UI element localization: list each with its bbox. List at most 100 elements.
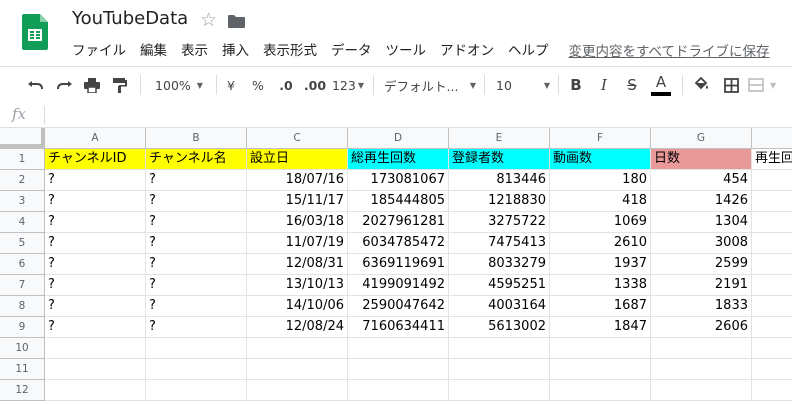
select-all-corner[interactable] bbox=[0, 128, 45, 148]
row-header[interactable]: 2 bbox=[0, 170, 45, 191]
cell-b5[interactable]: ? bbox=[146, 233, 247, 254]
menu-file[interactable]: ファイル bbox=[72, 40, 126, 62]
cell-b9[interactable]: ? bbox=[146, 317, 247, 338]
cell-h12[interactable] bbox=[752, 380, 792, 401]
row-header[interactable]: 10 bbox=[0, 338, 45, 359]
cell-g8[interactable]: 1833 bbox=[651, 296, 752, 317]
zoom-select[interactable]: 100% ▼ bbox=[150, 67, 208, 103]
sheets-logo-icon[interactable] bbox=[22, 14, 48, 50]
menu-edit[interactable]: 編集 bbox=[140, 40, 167, 62]
cell-c11[interactable] bbox=[247, 359, 348, 380]
cell-a9[interactable]: ? bbox=[45, 317, 146, 338]
borders-icon[interactable] bbox=[720, 67, 742, 103]
cell-e7[interactable]: 4595251 bbox=[449, 275, 550, 296]
menu-tools[interactable]: ツール bbox=[386, 40, 427, 62]
cell-b12[interactable] bbox=[146, 380, 247, 401]
cell-g11[interactable] bbox=[651, 359, 752, 380]
cell-c12[interactable] bbox=[247, 380, 348, 401]
cell-h4[interactable] bbox=[752, 212, 792, 233]
cell-d11[interactable] bbox=[348, 359, 449, 380]
cell-d9[interactable]: 7160634411 bbox=[348, 317, 449, 338]
column-header-f[interactable]: F bbox=[550, 128, 651, 148]
cell-a6[interactable]: ? bbox=[45, 254, 146, 275]
row-header[interactable]: 12 bbox=[0, 380, 45, 401]
merge-cells-icon[interactable]: ▼ bbox=[748, 67, 782, 103]
row-header[interactable]: 11 bbox=[0, 359, 45, 380]
row-header[interactable]: 4 bbox=[0, 212, 45, 233]
column-header-h[interactable] bbox=[752, 128, 792, 148]
cell-f4[interactable]: 1069 bbox=[550, 212, 651, 233]
cell-c8[interactable]: 14/10/06 bbox=[247, 296, 348, 317]
cell-h5[interactable] bbox=[752, 233, 792, 254]
cell-a1[interactable]: チャンネルID bbox=[45, 149, 146, 170]
text-color-button[interactable]: A bbox=[650, 67, 672, 103]
cell-c9[interactable]: 12/08/24 bbox=[247, 317, 348, 338]
menu-addons[interactable]: アドオン bbox=[440, 40, 494, 62]
row-header[interactable]: 9 bbox=[0, 317, 45, 338]
cell-d2[interactable]: 173081067 bbox=[348, 170, 449, 191]
print-icon[interactable] bbox=[82, 67, 102, 103]
italic-button[interactable]: I bbox=[594, 67, 614, 103]
cell-a4[interactable]: ? bbox=[45, 212, 146, 233]
star-icon[interactable]: ☆ bbox=[200, 9, 217, 31]
column-header-b[interactable]: B bbox=[146, 128, 247, 148]
cell-d1[interactable]: 総再生回数 bbox=[348, 149, 449, 170]
cell-a11[interactable] bbox=[45, 359, 146, 380]
cell-b6[interactable]: ? bbox=[146, 254, 247, 275]
cell-g3[interactable]: 1426 bbox=[651, 191, 752, 212]
cell-h7[interactable] bbox=[752, 275, 792, 296]
save-status-link[interactable]: 変更内容をすべてドライブに保存 bbox=[569, 40, 770, 62]
cell-e8[interactable]: 4003164 bbox=[449, 296, 550, 317]
more-formats-button[interactable]: 123 ▼ bbox=[330, 67, 366, 103]
cell-e3[interactable]: 1218830 bbox=[449, 191, 550, 212]
cell-d6[interactable]: 6369119691 bbox=[348, 254, 449, 275]
strikethrough-button[interactable]: S bbox=[622, 67, 642, 103]
undo-icon[interactable] bbox=[26, 67, 46, 103]
cell-h2[interactable] bbox=[752, 170, 792, 191]
cell-f9[interactable]: 1847 bbox=[550, 317, 651, 338]
cell-f2[interactable]: 180 bbox=[550, 170, 651, 191]
cell-c2[interactable]: 18/07/16 bbox=[247, 170, 348, 191]
cell-h1[interactable]: 再生回 bbox=[752, 149, 792, 170]
cell-e11[interactable] bbox=[449, 359, 550, 380]
row-header[interactable]: 6 bbox=[0, 254, 45, 275]
cell-a7[interactable]: ? bbox=[45, 275, 146, 296]
fill-color-icon[interactable] bbox=[690, 67, 712, 103]
menu-format[interactable]: 表示形式 bbox=[263, 40, 317, 62]
column-header-d[interactable]: D bbox=[348, 128, 449, 148]
cell-b7[interactable]: ? bbox=[146, 275, 247, 296]
cell-e1[interactable]: 登録者数 bbox=[449, 149, 550, 170]
cell-c3[interactable]: 15/11/17 bbox=[247, 191, 348, 212]
cell-b4[interactable]: ? bbox=[146, 212, 247, 233]
row-header[interactable]: 7 bbox=[0, 275, 45, 296]
cell-f7[interactable]: 1338 bbox=[550, 275, 651, 296]
cell-a8[interactable]: ? bbox=[45, 296, 146, 317]
cell-f6[interactable]: 1937 bbox=[550, 254, 651, 275]
cell-f10[interactable] bbox=[550, 338, 651, 359]
menu-data[interactable]: データ bbox=[331, 40, 372, 62]
row-header[interactable]: 1 bbox=[0, 149, 45, 170]
cell-f11[interactable] bbox=[550, 359, 651, 380]
column-header-c[interactable]: C bbox=[247, 128, 348, 148]
cell-g5[interactable]: 3008 bbox=[651, 233, 752, 254]
decrease-decimal-button[interactable]: .0 bbox=[275, 67, 297, 103]
cell-e6[interactable]: 8033279 bbox=[449, 254, 550, 275]
cell-f3[interactable]: 418 bbox=[550, 191, 651, 212]
cell-e2[interactable]: 813446 bbox=[449, 170, 550, 191]
cell-b10[interactable] bbox=[146, 338, 247, 359]
document-title[interactable]: YouTubeData bbox=[72, 8, 188, 29]
cell-h3[interactable] bbox=[752, 191, 792, 212]
bold-button[interactable]: B bbox=[566, 67, 586, 103]
cell-d4[interactable]: 2027961281 bbox=[348, 212, 449, 233]
cell-f12[interactable] bbox=[550, 380, 651, 401]
cell-c10[interactable] bbox=[247, 338, 348, 359]
cell-e10[interactable] bbox=[449, 338, 550, 359]
font-family-select[interactable]: デフォルト... ▼ bbox=[384, 67, 476, 103]
menu-help[interactable]: ヘルプ bbox=[508, 40, 549, 62]
cell-b1[interactable]: チャンネル名 bbox=[146, 149, 247, 170]
currency-format-button[interactable]: ¥ bbox=[222, 67, 240, 103]
column-header-e[interactable]: E bbox=[449, 128, 550, 148]
folder-icon[interactable] bbox=[228, 13, 245, 28]
cell-f5[interactable]: 2610 bbox=[550, 233, 651, 254]
cell-c1[interactable]: 設立日 bbox=[247, 149, 348, 170]
